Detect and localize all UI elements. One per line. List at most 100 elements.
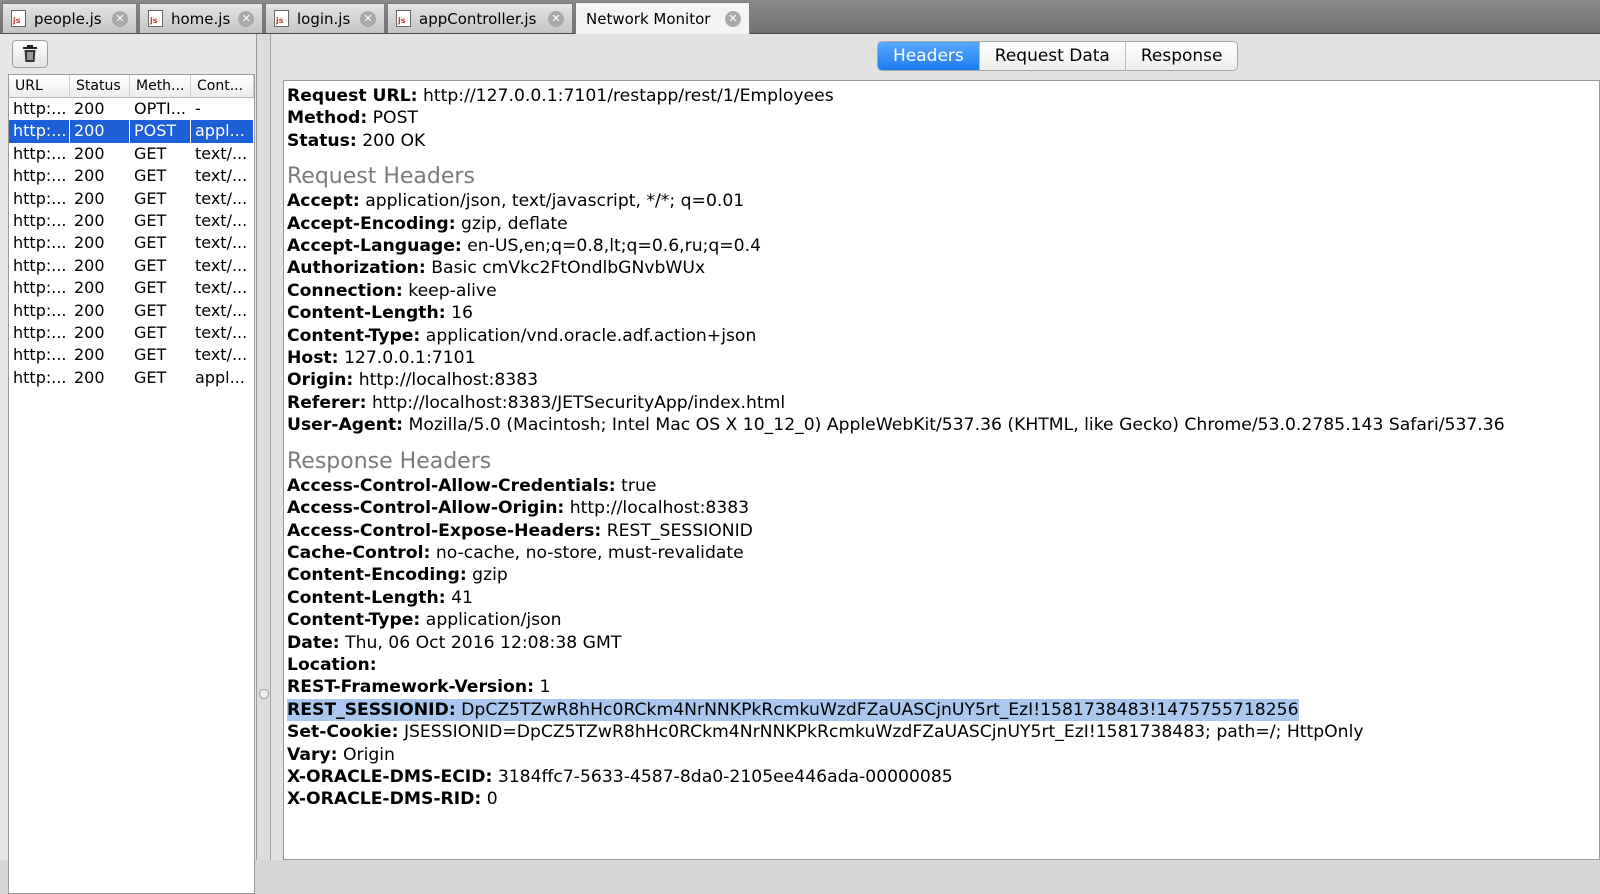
tab-response[interactable]: Response	[1126, 42, 1238, 70]
close-icon[interactable]: ✕	[548, 10, 564, 27]
selected-text-highlight[interactable]: REST_SESSIONID: DpCZ5TZwR8hHc0RCkm4NrNNK…	[287, 698, 1299, 722]
column-header-content-type[interactable]: Cont...	[191, 75, 254, 97]
table-row[interactable]: http:... 200 GET text/...	[9, 344, 254, 366]
cell-status: 200	[74, 322, 105, 342]
cell-method: GET	[134, 322, 167, 342]
table-row[interactable]: http:... 200 POST appl...	[9, 120, 254, 143]
tab-home-js[interactable]: home.js ✕	[139, 3, 263, 33]
column-header-status[interactable]: Status	[70, 75, 130, 97]
cell-url: http:...	[13, 233, 67, 253]
detail-view-switcher: Headers Request Data Response	[877, 41, 1239, 71]
header-text: Content-Encoding: gzip	[287, 565, 508, 585]
tab-label: Network Monitor	[586, 9, 711, 28]
header-value: http://localhost:8383	[569, 498, 750, 519]
splitter-grip[interactable]	[259, 689, 269, 699]
cell-content-type: text/...	[195, 300, 248, 320]
tab-label: home.js	[171, 9, 231, 28]
header-key: Content-Length:	[287, 303, 446, 324]
cell-method: GET	[134, 278, 167, 298]
column-header-url[interactable]: URL	[9, 75, 70, 97]
header-key: Method:	[287, 108, 368, 129]
header-line: Vary: Origin	[287, 744, 1599, 766]
header-text: Accept: application/json, text/javascrip…	[287, 191, 744, 211]
header-key: Connection:	[287, 280, 403, 301]
tab-request-data[interactable]: Request Data	[980, 42, 1126, 70]
table-row[interactable]: http:... 200 GET text/...	[9, 300, 254, 322]
clear-requests-button[interactable]	[12, 40, 48, 68]
tab-appcontroller-js[interactable]: appController.js ✕	[387, 3, 573, 33]
header-value: application/json, text/javascript, */*; …	[365, 191, 745, 212]
column-header-method[interactable]: Meth...	[130, 75, 191, 97]
header-text: X-ORACLE-DMS-RID: 0	[287, 789, 498, 809]
header-key: Location:	[287, 654, 377, 675]
table-row[interactable]: http:... 200 GET appl...	[9, 367, 254, 389]
cell-url: http:...	[13, 345, 67, 365]
response-headers-title: Response Headers	[287, 448, 492, 474]
trash-icon	[23, 45, 37, 62]
table-row[interactable]: http:... 200 GET text/...	[9, 165, 254, 187]
close-icon[interactable]: ✕	[238, 10, 255, 27]
header-line: Access-Control-Allow-Origin: http://loca…	[287, 497, 1599, 519]
cell-method: GET	[134, 188, 167, 208]
table-row[interactable]: http:... 200 GET text/...	[9, 143, 254, 165]
table-row[interactable]: http:... 200 GET text/...	[9, 255, 254, 277]
close-icon[interactable]: ✕	[725, 10, 741, 27]
header-line: User-Agent: Mozilla/5.0 (Macintosh; Inte…	[287, 414, 1599, 436]
cell-url: http:...	[13, 143, 67, 163]
header-line: Cache-Control: no-cache, no-store, must-…	[287, 542, 1599, 564]
cell-url: http:...	[13, 99, 67, 118]
headers-content: Request URL: http://127.0.0.1:7101/resta…	[283, 80, 1600, 860]
header-line: Date: Thu, 06 Oct 2016 12:08:38 GMT	[287, 632, 1599, 654]
cell-status: 200	[74, 143, 105, 163]
detail-panel: Headers Request Data Response Request UR…	[271, 34, 1600, 860]
header-key: Accept-Language:	[287, 236, 462, 257]
cell-content-type: text/...	[195, 322, 248, 342]
header-key: REST_SESSIONID:	[287, 699, 456, 720]
table-row[interactable]: http:... 200 GET text/...	[9, 277, 254, 299]
header-text: Access-Control-Allow-Origin: http://loca…	[287, 498, 749, 518]
tab-people-js[interactable]: people.js ✕	[2, 3, 137, 33]
table-row[interactable]: http:... 200 GET text/...	[9, 210, 254, 232]
table-row[interactable]: http:... 200 GET text/...	[9, 232, 254, 254]
table-row[interactable]: http:... 200 GET text/...	[9, 322, 254, 344]
header-text: Accept-Language: en-US,en;q=0.8,lt;q=0.6…	[287, 236, 761, 256]
cell-method: GET	[134, 143, 167, 163]
header-text: Content-Type: application/vnd.oracle.adf…	[287, 326, 756, 346]
cell-status: 200	[74, 99, 105, 118]
cell-url: http:...	[13, 255, 67, 275]
cell-content-type: -	[195, 99, 201, 118]
close-icon[interactable]: ✕	[360, 10, 376, 27]
header-text: X-ORACLE-DMS-ECID: 3184ffc7-5633-4587-8d…	[287, 767, 953, 787]
header-text: REST-Framework-Version: 1	[287, 677, 550, 697]
header-value: Basic cmVkc2FtOndlbGNvbWUx	[431, 258, 706, 279]
cell-method: GET	[134, 345, 167, 365]
table-row[interactable]: http:... 200 OPTI... -	[9, 98, 254, 120]
tab-login-js[interactable]: login.js ✕	[265, 3, 385, 33]
header-text: Content-Type: application/json	[287, 610, 562, 630]
header-text: Location:	[287, 655, 377, 675]
cell-method: GET	[134, 233, 167, 253]
panel-splitter[interactable]	[257, 34, 271, 860]
cell-status: 200	[74, 210, 105, 230]
header-key: Date:	[287, 632, 340, 653]
header-text: Access-Control-Expose-Headers: REST_SESS…	[287, 521, 753, 541]
cell-status: 200	[74, 300, 105, 320]
tab-network-monitor[interactable]: Network Monitor ✕	[575, 2, 750, 34]
header-line: REST_SESSIONID: DpCZ5TZwR8hHc0RCkm4NrNNK…	[287, 698, 1599, 722]
header-key: User-Agent:	[287, 415, 404, 436]
header-key: X-ORACLE-DMS-RID:	[287, 789, 482, 810]
table-body: http:... 200 OPTI... - http:... 200 POST appl..…	[9, 98, 254, 389]
cell-url: http:...	[13, 322, 67, 342]
header-key: Content-Encoding:	[287, 565, 467, 586]
header-text: Referer: http://localhost:8383/JETSecuri…	[287, 393, 785, 413]
header-value: 1	[539, 677, 551, 698]
cell-content-type: text/...	[195, 278, 248, 298]
header-value: en-US,en;q=0.8,lt;q=0.6,ru;q=0.4	[467, 236, 762, 257]
header-value: http://127.0.0.1:7101/restapp/rest/1/Emp…	[423, 86, 834, 106]
cell-method: GET	[134, 255, 167, 275]
cell-status: 200	[74, 367, 105, 387]
tab-headers[interactable]: Headers	[878, 42, 980, 70]
table-row[interactable]: http:... 200 GET text/...	[9, 188, 254, 210]
header-key: Accept:	[287, 191, 360, 212]
close-icon[interactable]: ✕	[112, 10, 128, 27]
